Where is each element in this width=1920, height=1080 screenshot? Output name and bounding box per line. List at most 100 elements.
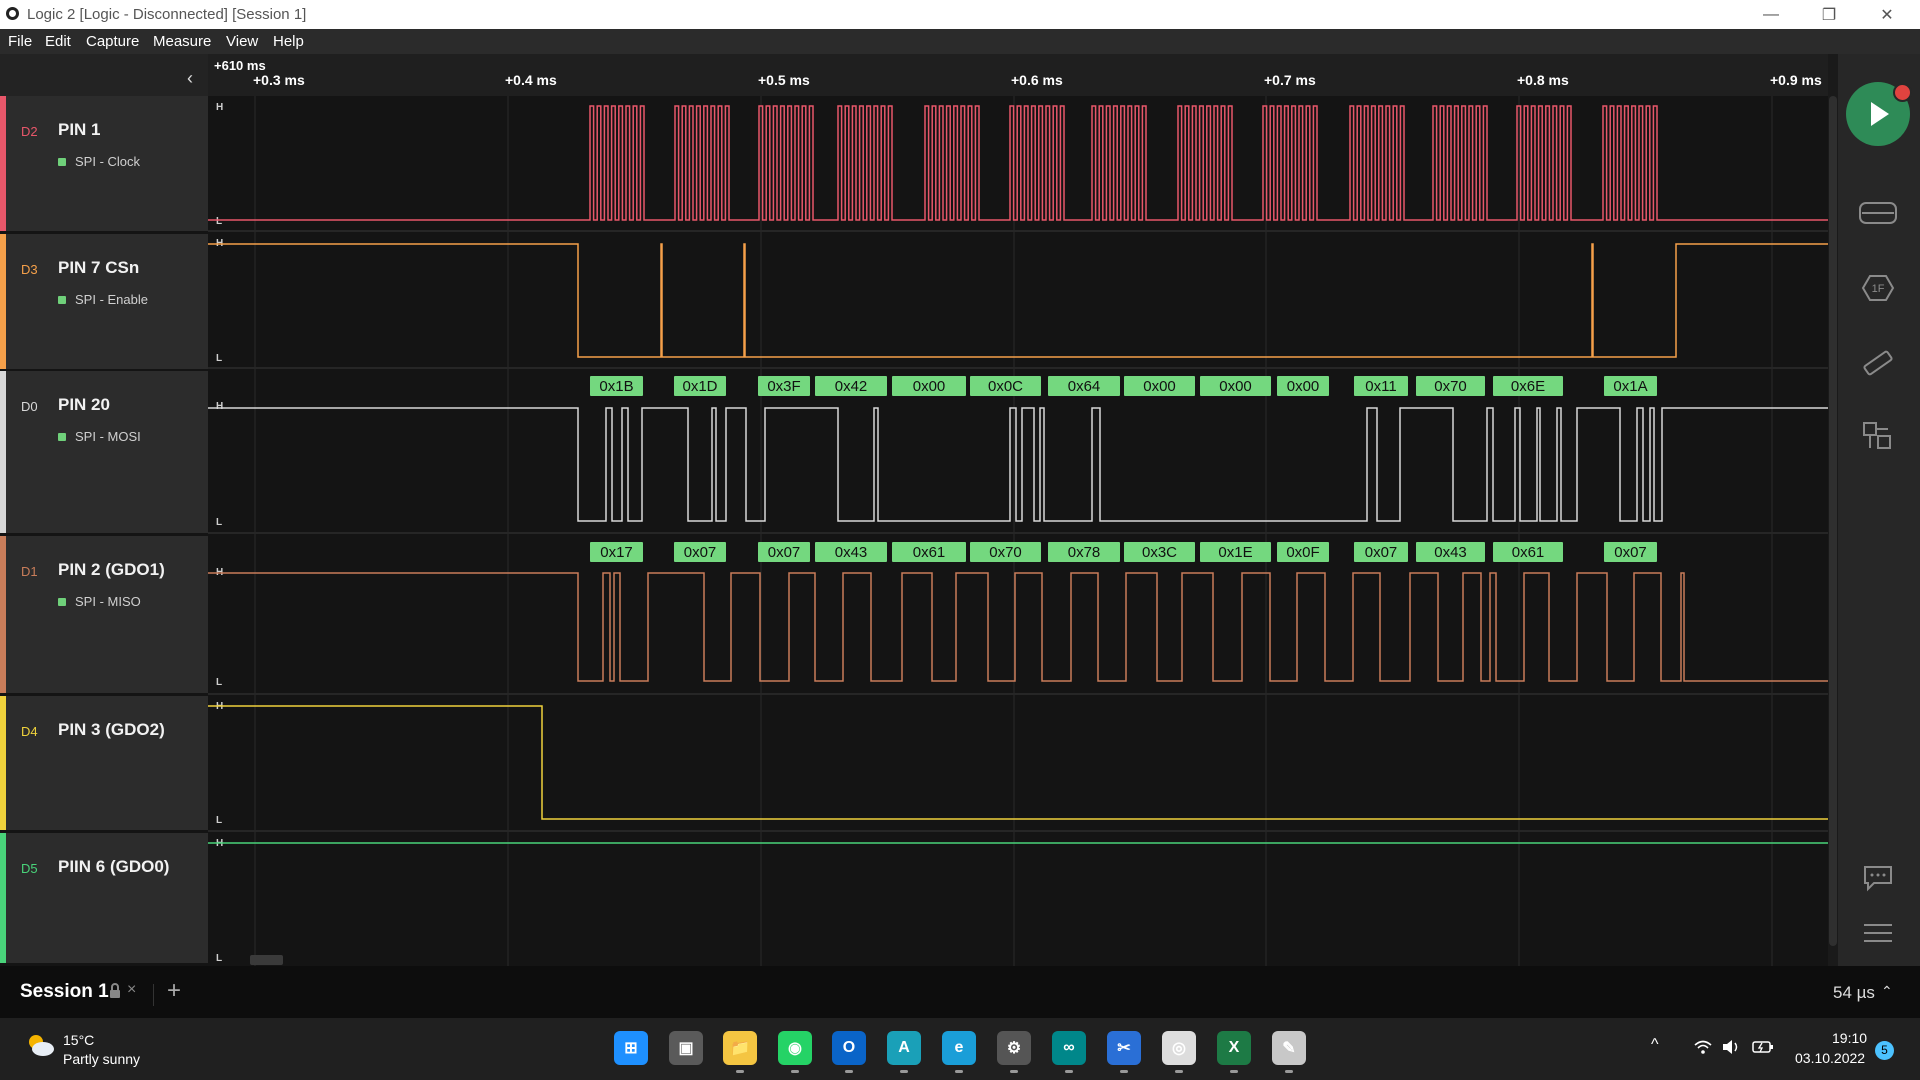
weather-temperature[interactable]: 15°C <box>63 1032 94 1048</box>
channel-id: D1 <box>21 564 38 579</box>
time-ruler[interactable]: +610 ms +0.3 ms +0.4 ms +0.5 ms +0.6 ms +0.7… <box>208 54 1828 96</box>
mosi-byte-label: 0x00 <box>1143 378 1176 395</box>
battery-icon[interactable] <box>1752 1039 1774 1055</box>
channel-row-d0[interactable]: D0 PIN 20 SPI - MOSI <box>0 371 208 536</box>
minimize-button[interactable]: — <box>1748 0 1794 29</box>
file-explorer-icon[interactable]: 📁 <box>723 1031 757 1065</box>
clock-date[interactable]: 03.10.2022 <box>1795 1050 1865 1066</box>
channel-row-d5[interactable]: D5 PIIN 6 (GDO0) <box>0 833 208 966</box>
channel-name[interactable]: PIIN 6 (GDO0) <box>58 857 169 877</box>
menu-edit[interactable]: Edit <box>45 33 71 50</box>
measure-icon[interactable] <box>1858 348 1898 378</box>
channel-name[interactable]: PIN 2 (GDO1) <box>58 560 165 580</box>
gdo2-waveform <box>208 705 1828 820</box>
timing-readout[interactable]: 54 µs <box>1833 983 1875 1003</box>
clock-time[interactable]: 19:10 <box>1832 1030 1867 1046</box>
wifi-icon[interactable] <box>1693 1038 1713 1056</box>
running-indicator <box>955 1070 963 1073</box>
level-high-label: H <box>216 102 223 113</box>
time-tick-label: +0.7 ms <box>1264 72 1316 88</box>
menu-measure[interactable]: Measure <box>153 33 211 50</box>
notification-count-badge[interactable]: 5 <box>1875 1041 1894 1060</box>
channel-row-d3[interactable]: D3 PIN 7 CSn SPI - Enable <box>0 234 208 372</box>
mosi-byte-label: 0x11 <box>1365 378 1396 395</box>
menu-capture[interactable]: Capture <box>86 33 139 50</box>
weather-description[interactable]: Partly sunny <box>63 1051 140 1067</box>
extensions-icon[interactable]: 1F <box>1858 273 1898 303</box>
channel-name[interactable]: PIN 7 CSn <box>58 258 139 278</box>
menu-help[interactable]: Help <box>273 33 304 50</box>
miso-byte-label: 0x0F <box>1286 544 1319 561</box>
analyzer-label[interactable]: SPI - Clock <box>75 154 140 169</box>
level-low-label: L <box>216 815 222 826</box>
svg-text:1F: 1F <box>1872 283 1885 295</box>
mosi-byte-label: 0x42 <box>835 378 868 395</box>
notes-icon[interactable] <box>1858 862 1898 892</box>
miso-waveform <box>208 572 1828 682</box>
menu-file[interactable]: File <box>8 33 32 50</box>
channel-row-d1[interactable]: D1 PIN 2 (GDO1) SPI - MISO <box>0 536 208 696</box>
analyzer-label[interactable]: SPI - Enable <box>75 292 148 307</box>
channel-panel: ‹ D2 PIN 1 SPI - Clock D3 PIN 7 CSn SPI - Ena… <box>0 54 208 966</box>
analyzers-icon[interactable] <box>1858 198 1898 228</box>
utility-app-icon[interactable]: ⚙ <box>997 1031 1031 1065</box>
logic-app-icon[interactable]: ◎ <box>1162 1031 1196 1065</box>
tray-chevron-icon[interactable]: ^ <box>1651 1036 1659 1054</box>
session-tab[interactable]: Session 1 <box>20 981 109 1003</box>
chevron-left-icon[interactable]: ‹ <box>178 66 202 90</box>
miso-byte-label: 0x07 <box>1614 544 1647 561</box>
running-indicator <box>1120 1070 1128 1073</box>
outlook-icon[interactable]: O <box>832 1031 866 1065</box>
miso-byte-label: 0x43 <box>1434 544 1467 561</box>
running-indicator <box>845 1070 853 1073</box>
csn-waveform <box>208 243 1828 358</box>
analyzer-label[interactable]: SPI - MOSI <box>75 429 141 444</box>
add-session-button[interactable]: + <box>167 977 181 1005</box>
restore-button[interactable]: ❐ <box>1806 0 1852 29</box>
miso-byte-label: 0x07 <box>684 544 717 561</box>
channel-id: D5 <box>21 861 38 876</box>
channel-row-d2[interactable]: D2 PIN 1 SPI - Clock <box>0 96 208 234</box>
channel-color-bar <box>0 234 6 369</box>
level-low-label: L <box>216 953 222 964</box>
time-tick-label: +0.9 ms <box>1770 72 1822 88</box>
task-view-icon[interactable]: ▣ <box>669 1031 703 1065</box>
windows-start-icon[interactable]: ⊞ <box>614 1031 648 1065</box>
close-session-button[interactable]: × <box>127 981 136 999</box>
channel-name[interactable]: PIN 1 <box>58 120 101 140</box>
channel-name[interactable]: PIN 20 <box>58 395 110 415</box>
channel-row-d4[interactable]: D4 PIN 3 (GDO2) <box>0 696 208 833</box>
channel-color-bar <box>0 696 6 830</box>
chevron-up-icon[interactable]: ⌃ <box>1881 983 1893 1000</box>
paint-icon[interactable]: ✎ <box>1272 1031 1306 1065</box>
arduino-icon[interactable]: ∞ <box>1052 1031 1086 1065</box>
snipping-tool-icon[interactable]: ✂ <box>1107 1031 1141 1065</box>
level-low-label: L <box>216 216 222 227</box>
analyzer-color-swatch <box>58 296 66 304</box>
level-high-label: H <box>216 401 223 412</box>
waveform-view[interactable]: H L H L H L H L H L H L 0x1B 0x1D 0x3F 0x42 0x00 0x0C 0x64… <box>208 96 1828 966</box>
running-indicator <box>1175 1070 1183 1073</box>
analyzer-label[interactable]: SPI - MISO <box>75 594 141 609</box>
scrollbar-thumb[interactable] <box>1829 96 1837 946</box>
waveform-scrollbar[interactable] <box>1828 54 1838 966</box>
window-title: Logic 2 [Logic - Disconnected] [Session … <box>27 6 307 23</box>
menu-view[interactable]: View <box>226 33 258 50</box>
right-toolbar <box>1838 54 1920 966</box>
volume-icon[interactable] <box>1721 1038 1741 1056</box>
timing-markers-icon[interactable] <box>1858 421 1898 451</box>
channel-name[interactable]: PIN 3 (GDO2) <box>58 720 165 740</box>
miso-byte-label: 0x61 <box>913 544 946 561</box>
menu-icon[interactable] <box>1858 918 1898 948</box>
edge-icon[interactable]: e <box>942 1031 976 1065</box>
miso-byte-label: 0x43 <box>835 544 868 561</box>
miso-byte-label: 0x07 <box>768 544 801 561</box>
waveform-canvas[interactable]: HLHLHLHLHLHL0x1B 0x1D 0x3F 0x42 0x00 0x0C 0x64… <box>208 96 1828 966</box>
running-indicator <box>1010 1070 1018 1073</box>
mosi-byte-label: 0x0C <box>988 378 1023 395</box>
miso-byte-label: 0x78 <box>1068 544 1101 561</box>
excel-icon[interactable]: X <box>1217 1031 1251 1065</box>
whatsapp-icon[interactable]: ◉ <box>778 1031 812 1065</box>
close-button[interactable]: ✕ <box>1864 0 1910 29</box>
font-app-icon[interactable]: A <box>887 1031 921 1065</box>
